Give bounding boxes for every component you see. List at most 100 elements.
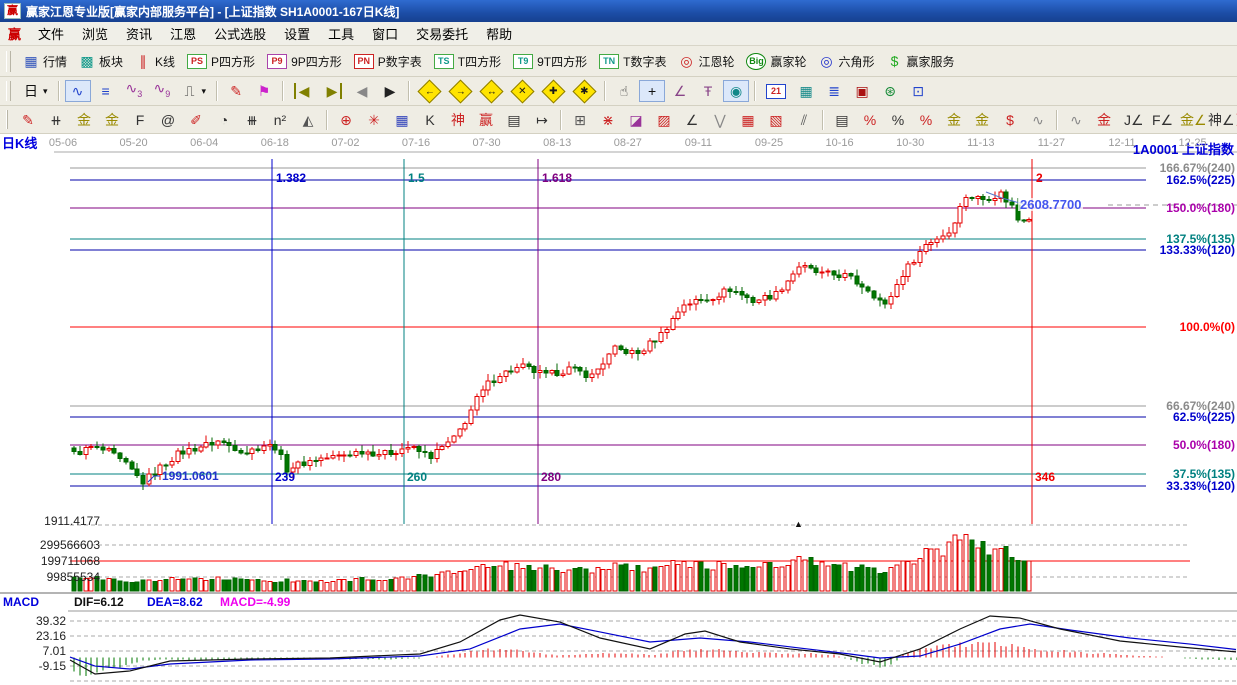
tb3-pencil-grid[interactable]: ✐	[183, 109, 209, 131]
tb-sectors[interactable]: ▩板块	[74, 50, 128, 73]
tb3-f-comb[interactable]: F	[127, 109, 153, 131]
tb3-shen-grid[interactable]: 神	[445, 109, 471, 131]
tb3-fan-box-1[interactable]: ◪	[623, 109, 649, 131]
tb3-gann-comb[interactable]: ⧺	[43, 109, 69, 131]
tb2-zoom-wave[interactable]: ∿	[65, 80, 91, 102]
tb2-period-day[interactable]: 日▾	[18, 80, 53, 102]
menu-item-4[interactable]: 江恩	[161, 22, 205, 45]
tb3-spiral[interactable]: @	[155, 109, 181, 131]
tb2-region-sketch[interactable]: ✎	[223, 80, 249, 102]
tb3-star-grid[interactable]: ✳	[361, 109, 387, 131]
tb2-bars-9[interactable]: ∿9	[149, 77, 175, 105]
tb3-win-grid[interactable]: 赢	[473, 109, 499, 131]
pane-period-label[interactable]: 日K线	[2, 137, 37, 150]
tb3-win-angle[interactable]: 赢∠	[1231, 109, 1237, 131]
tb3-width-arrow[interactable]: ↦	[529, 109, 555, 131]
tb3-money-brush[interactable]: $	[997, 109, 1023, 131]
tb3-parallel-lines[interactable]: ⫽	[791, 109, 817, 131]
tb-9t-square[interactable]: T99T四方形	[508, 50, 592, 73]
menu-item-3[interactable]: 资讯	[117, 22, 161, 45]
tb2-save[interactable]: ▣	[849, 80, 875, 102]
tb2-gann-leftright[interactable]: ↔	[477, 80, 506, 103]
tb2-info-note[interactable]: ≡	[93, 80, 119, 102]
tb2-candle-style[interactable]: ⎍▾	[177, 80, 212, 102]
menu-item-8[interactable]: 窗口	[363, 22, 407, 45]
tb3-fan-lines[interactable]: ⋇	[595, 109, 621, 131]
tb-t-square[interactable]: TST四方形	[429, 50, 506, 73]
tb3-fan-box-2[interactable]: ▨	[651, 109, 677, 131]
tb3-gold-comb-2[interactable]: 金	[99, 109, 125, 131]
tb3-j-angle[interactable]: J∠	[1119, 109, 1145, 131]
tb2-step-next[interactable]: ▶	[377, 80, 403, 102]
tb3-gold-red[interactable]: 金	[1091, 109, 1117, 131]
menu-item-7[interactable]: 工具	[319, 22, 363, 45]
tb-t-table[interactable]: TNT数字表	[594, 50, 671, 73]
tb-p-square[interactable]: PSP四方形	[182, 50, 260, 73]
tb-quotes[interactable]: ▦行情	[18, 50, 72, 73]
tb2-bars-3[interactable]: ∿3	[121, 77, 147, 105]
tb3-n-square[interactable]: n²	[267, 109, 293, 131]
tb3-pencil[interactable]: ✎	[15, 109, 41, 131]
tb2-gann-cross[interactable]: ✕	[508, 80, 537, 103]
tb3-shen-angle[interactable]: 神∠	[1203, 109, 1229, 131]
tb3-grid-box[interactable]: ▦	[389, 109, 415, 131]
menu-item-1[interactable]: 文件	[29, 22, 73, 45]
tb3-gold-circle[interactable]: 金	[941, 109, 967, 131]
tb-winner-service[interactable]: $赢家服务	[882, 50, 960, 73]
tb3-circle-cross[interactable]: ⊕	[333, 109, 359, 131]
tb2-hand[interactable]: ☝	[611, 80, 637, 102]
tb2-notes[interactable]: ≣	[821, 80, 847, 102]
tb2-gann-plus[interactable]: ✚	[539, 80, 568, 103]
tb3-angle-mirror[interactable]: ◭	[295, 109, 321, 131]
tb3-percent-list[interactable]: ▤	[829, 109, 855, 131]
tb-winner-wheel[interactable]: Big赢家轮	[741, 50, 811, 73]
tb2-gann-frame[interactable]: Ŧ	[695, 80, 721, 102]
tb2-skip-end[interactable]: ▶	[319, 80, 347, 102]
tb2-gann-right[interactable]: →	[446, 80, 475, 103]
tb2-skip-start[interactable]: ◀	[289, 80, 317, 102]
tb3-wave-box[interactable]: ∿	[1063, 109, 1089, 131]
menu-item-6[interactable]: 设置	[275, 22, 319, 45]
tb3-box-tool[interactable]: ⊞	[567, 109, 593, 131]
tb3-grid-red[interactable]: ▦	[735, 109, 761, 131]
menu-item-5[interactable]: 公式选股	[205, 22, 275, 45]
tb3-time-circle[interactable]: ◔	[211, 109, 237, 131]
tb2-volume-flag[interactable]: ⚑	[251, 80, 277, 102]
tb3-v-lines[interactable]: ⋁	[707, 109, 733, 131]
macd-pane-label[interactable]: MACD	[3, 595, 39, 609]
tb2-calendar[interactable]: 21	[761, 81, 791, 102]
tb2-angle-measure[interactable]: ∠	[667, 80, 693, 102]
tb3-gold-angle[interactable]: 金∠	[1175, 109, 1201, 131]
menu-logo-icon[interactable]: 赢	[8, 24, 21, 43]
tb3-wave-tool[interactable]: ∿	[1025, 109, 1051, 131]
tb2-gann-star[interactable]: ✱	[570, 80, 599, 103]
tb-kline[interactable]: ∥K线	[130, 50, 180, 73]
tb3-trend-lines[interactable]: ∠	[679, 109, 705, 131]
tb3-gold-line[interactable]: 金	[969, 109, 995, 131]
tb2-step-prev[interactable]: ◀	[349, 80, 375, 102]
tb2-remote-pc[interactable]: ⊡	[905, 80, 931, 102]
tb-gann-wheel[interactable]: ◎江恩轮	[673, 50, 739, 73]
tb3-ruler-123[interactable]: ▤	[501, 109, 527, 131]
tb3-grid-arrow[interactable]: ▧	[763, 109, 789, 131]
tb3-comb-dense[interactable]: ⧻	[239, 109, 265, 131]
tb2-calculator[interactable]: ▦	[793, 80, 819, 102]
menu-item-10[interactable]: 帮助	[477, 22, 521, 45]
tb2-volume-flag-icon: ⚑	[256, 83, 272, 99]
tb-hexagon[interactable]: ◎六角形	[814, 50, 880, 73]
menu-item-2[interactable]: 浏览	[73, 22, 117, 45]
tb3-k-note[interactable]: K	[417, 109, 443, 131]
tb-p-table[interactable]: PNP数字表	[349, 50, 427, 73]
tb-9p-square[interactable]: P99P四方形	[262, 50, 347, 73]
tb3-percent[interactable]: %	[885, 109, 911, 131]
tb2-brain[interactable]: ◉	[723, 80, 749, 102]
tb2-gann-left[interactable]: ←	[415, 80, 444, 103]
tb3-percent-eq[interactable]: %	[913, 109, 939, 131]
tb-gann-wheel-icon: ◎	[678, 53, 694, 69]
tb3-gold-comb-1[interactable]: 金	[71, 109, 97, 131]
tb2-web-mail[interactable]: ⊛	[877, 80, 903, 102]
tb2-crosshair[interactable]: +	[639, 80, 665, 102]
tb3-f-angle[interactable]: F∠	[1147, 109, 1173, 131]
menu-item-9[interactable]: 交易委托	[407, 22, 477, 45]
tb3-percent-line[interactable]: %	[857, 109, 883, 131]
